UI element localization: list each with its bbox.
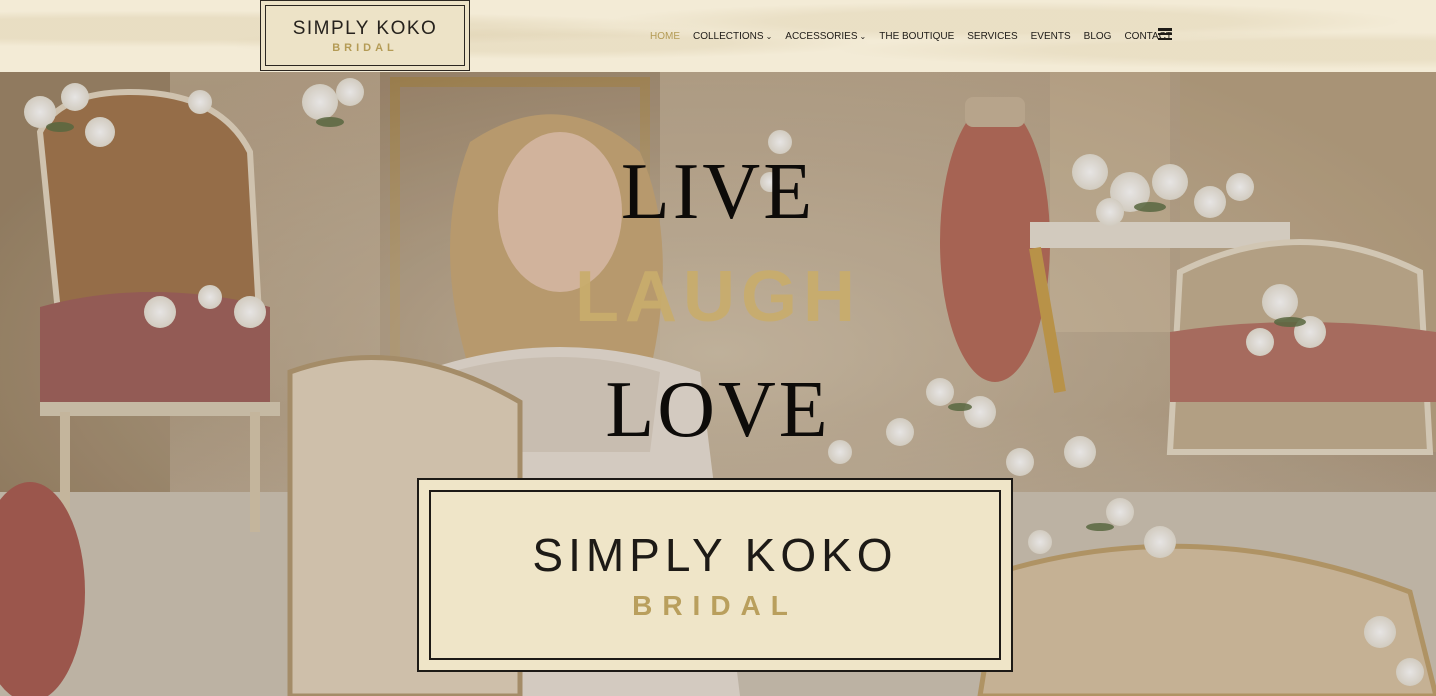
nav-label: HOME [650, 30, 680, 42]
nav-item-events[interactable]: EVENTS [1031, 31, 1071, 42]
hero-banner: LIVE LAUGH LOVE SIMPLY KOKO BRIDAL [0, 72, 1436, 696]
nav-item-blog[interactable]: BLOG [1084, 31, 1112, 42]
hero-word-laugh: LAUGH [575, 257, 861, 337]
chevron-down-icon: ⌄ [859, 31, 867, 41]
header-logo-brand: SIMPLY KOKO [292, 17, 438, 39]
menu-bar [1158, 32, 1172, 36]
nav-label: COLLECTIONS [693, 30, 764, 42]
hero-logo-sub: BRIDAL [632, 590, 798, 621]
nav-item-home[interactable]: HOME [650, 31, 680, 42]
nav-item-services[interactable]: SERVICES [967, 31, 1017, 42]
hero-logo: SIMPLY KOKO BRIDAL [417, 478, 1013, 672]
chevron-down-icon: ⌄ [765, 31, 773, 41]
site-header: SIMPLY KOKO BRIDAL HOME COLLECTIONS ⌄ AC… [0, 0, 1436, 72]
hero-word-love: LOVE [605, 366, 831, 454]
nav-label: EVENTS [1030, 30, 1071, 42]
nav-label: ACCESSORIES [785, 30, 858, 42]
menu-bar [1158, 37, 1172, 40]
nav-label: BLOG [1083, 30, 1112, 42]
nav-label: SERVICES [967, 30, 1018, 42]
header-logo[interactable]: SIMPLY KOKO BRIDAL [260, 0, 470, 71]
nav-item-accessories[interactable]: ACCESSORIES ⌄ [785, 31, 866, 42]
nav-item-the-boutique[interactable]: THE BOUTIQUE [879, 31, 954, 42]
nav-label: THE BOUTIQUE [879, 30, 955, 42]
hamburger-menu-icon[interactable] [1158, 28, 1172, 40]
hero-logo-frame: SIMPLY KOKO BRIDAL [429, 490, 1001, 660]
header-logo-frame: SIMPLY KOKO BRIDAL [265, 5, 465, 66]
main-nav: HOME COLLECTIONS ⌄ ACCESSORIES ⌄ THE BOU… [650, 28, 1185, 44]
header-logo-sub: BRIDAL [332, 41, 398, 54]
menu-bar [1158, 28, 1172, 31]
hero-logo-brand: SIMPLY KOKO [532, 529, 898, 581]
hero-word-live: LIVE [620, 148, 816, 236]
nav-item-collections[interactable]: COLLECTIONS ⌄ [693, 31, 772, 42]
